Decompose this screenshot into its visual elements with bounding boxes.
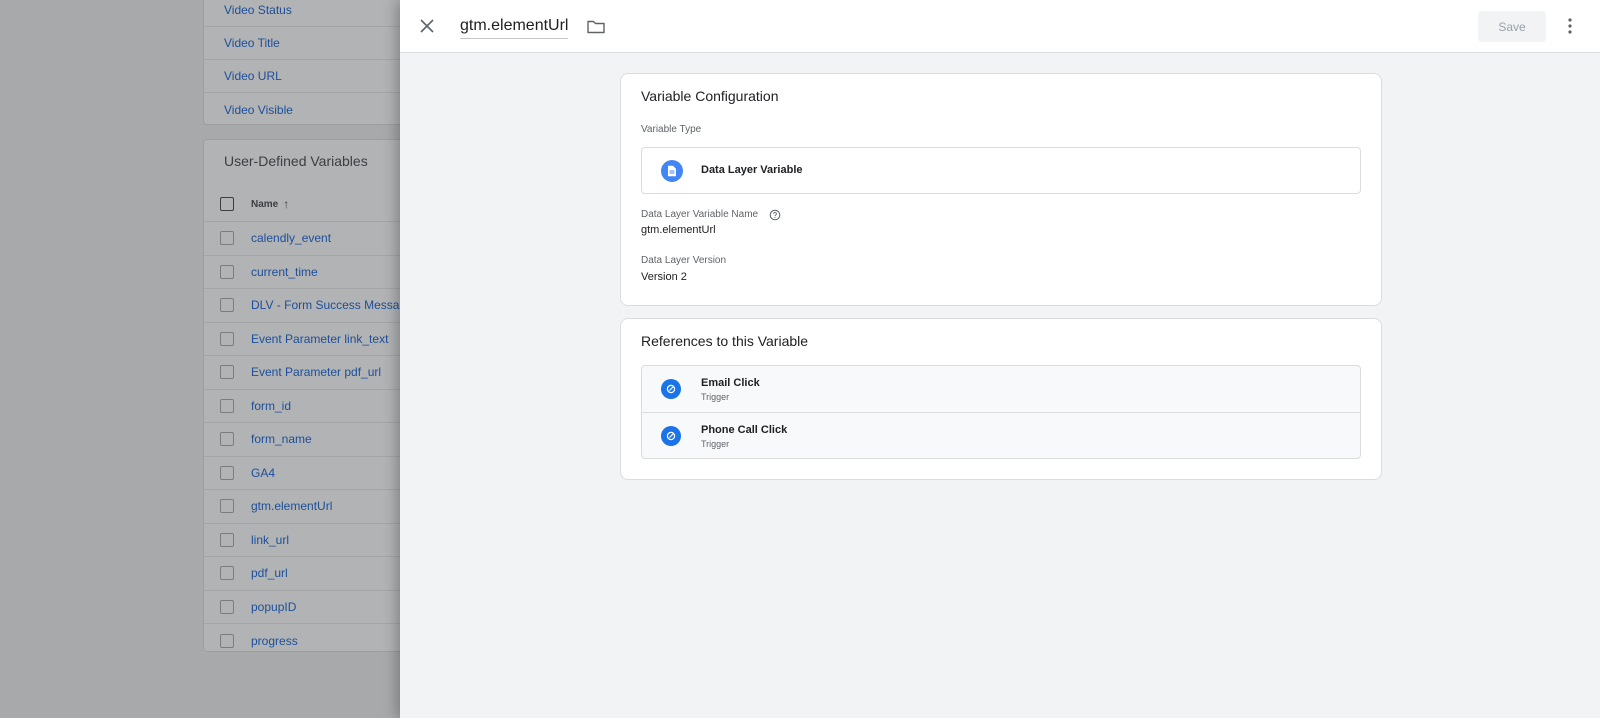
references-card: References to this Variable Email Click … [620, 318, 1382, 480]
variable-type-selector[interactable]: Data Layer Variable [641, 147, 1361, 194]
row-checkbox[interactable] [220, 331, 234, 346]
row-checkbox[interactable] [220, 298, 234, 313]
row-checkbox[interactable] [220, 432, 234, 447]
folder-icon [587, 20, 605, 34]
name-column-header[interactable]: Name [251, 199, 278, 210]
panel-header: gtm.elementUrl Save [400, 0, 1600, 53]
reference-name: Phone Call Click [701, 424, 788, 436]
variable-name-link[interactable]: DLV - Form Success Message [251, 298, 413, 312]
variable-name-link[interactable]: form_id [251, 399, 291, 413]
variable-editor-panel: gtm.elementUrl Save Variable Configurati… [400, 0, 1600, 718]
references-title: References to this Variable [641, 333, 809, 349]
variable-name-link[interactable]: link_url [251, 533, 289, 547]
row-checkbox[interactable] [220, 465, 234, 480]
row-checkbox[interactable] [220, 231, 234, 246]
variable-name-title[interactable]: gtm.elementUrl [460, 17, 569, 39]
variable-name-link[interactable]: GA4 [251, 466, 275, 480]
data-layer-variable-name-value: gtm.elementUrl [641, 224, 716, 236]
save-button[interactable]: Save [1478, 11, 1546, 42]
row-checkbox[interactable] [220, 532, 234, 547]
variable-configuration-card[interactable]: Variable Configuration Variable Type Dat… [620, 73, 1382, 306]
row-checkbox[interactable] [220, 365, 234, 380]
builtin-variable-link[interactable]: Video URL [224, 69, 282, 83]
more-options-button[interactable] [1560, 14, 1580, 38]
reference-type: Trigger [701, 439, 730, 449]
folder-button[interactable] [586, 17, 606, 37]
variable-name-link[interactable]: current_time [251, 265, 318, 279]
row-checkbox[interactable] [220, 499, 234, 514]
reference-item[interactable]: Email Click Trigger [642, 366, 1360, 413]
row-checkbox[interactable] [220, 633, 234, 648]
trigger-icon [661, 379, 681, 399]
user-defined-variables-title: User-Defined Variables [224, 153, 368, 169]
data-layer-version-label: Data Layer Version [641, 255, 727, 266]
data-layer-variable-name-label-text: Data Layer Variable Name [641, 209, 759, 220]
variable-name-link[interactable]: pdf_url [251, 566, 288, 580]
arrow-up-icon[interactable]: ↑ [283, 197, 289, 211]
variable-name-link[interactable]: progress [251, 634, 298, 648]
variable-name-link[interactable]: gtm.elementUrl [251, 499, 332, 513]
close-button[interactable] [414, 13, 440, 39]
variable-configuration-title: Variable Configuration [641, 88, 779, 104]
references-list: Email Click Trigger Phone Call Click Tri… [641, 365, 1361, 459]
data-layer-version-value: Version 2 [641, 271, 687, 283]
trigger-icon [661, 426, 681, 446]
variable-name-link[interactable]: form_name [251, 432, 312, 446]
variable-name-link[interactable]: calendly_event [251, 231, 331, 245]
variable-type-label: Variable Type [641, 124, 702, 135]
reference-item[interactable]: Phone Call Click Trigger [642, 413, 1360, 458]
close-icon [420, 19, 434, 33]
row-checkbox[interactable] [220, 566, 234, 581]
row-checkbox[interactable] [220, 264, 234, 279]
reference-name: Email Click [701, 377, 760, 389]
variable-name-link[interactable]: popupID [251, 600, 296, 614]
variable-name-link[interactable]: Event Parameter pdf_url [251, 365, 381, 379]
builtin-variable-link[interactable]: Video Visible [224, 103, 293, 117]
row-checkbox[interactable] [220, 599, 234, 614]
reference-type: Trigger [701, 392, 730, 402]
row-checkbox[interactable] [220, 398, 234, 413]
select-all-checkbox[interactable] [220, 197, 234, 211]
more-vert-icon [1568, 18, 1572, 34]
builtin-variable-link[interactable]: Video Title [224, 36, 280, 50]
data-layer-variable-name-label: Data Layer Variable Name [641, 209, 781, 221]
document-icon [661, 160, 683, 182]
builtin-variable-link[interactable]: Video Status [224, 3, 292, 17]
help-icon[interactable] [769, 209, 781, 221]
variable-type-name: Data Layer Variable [701, 164, 803, 176]
variable-name-link[interactable]: Event Parameter link_text [251, 332, 388, 346]
